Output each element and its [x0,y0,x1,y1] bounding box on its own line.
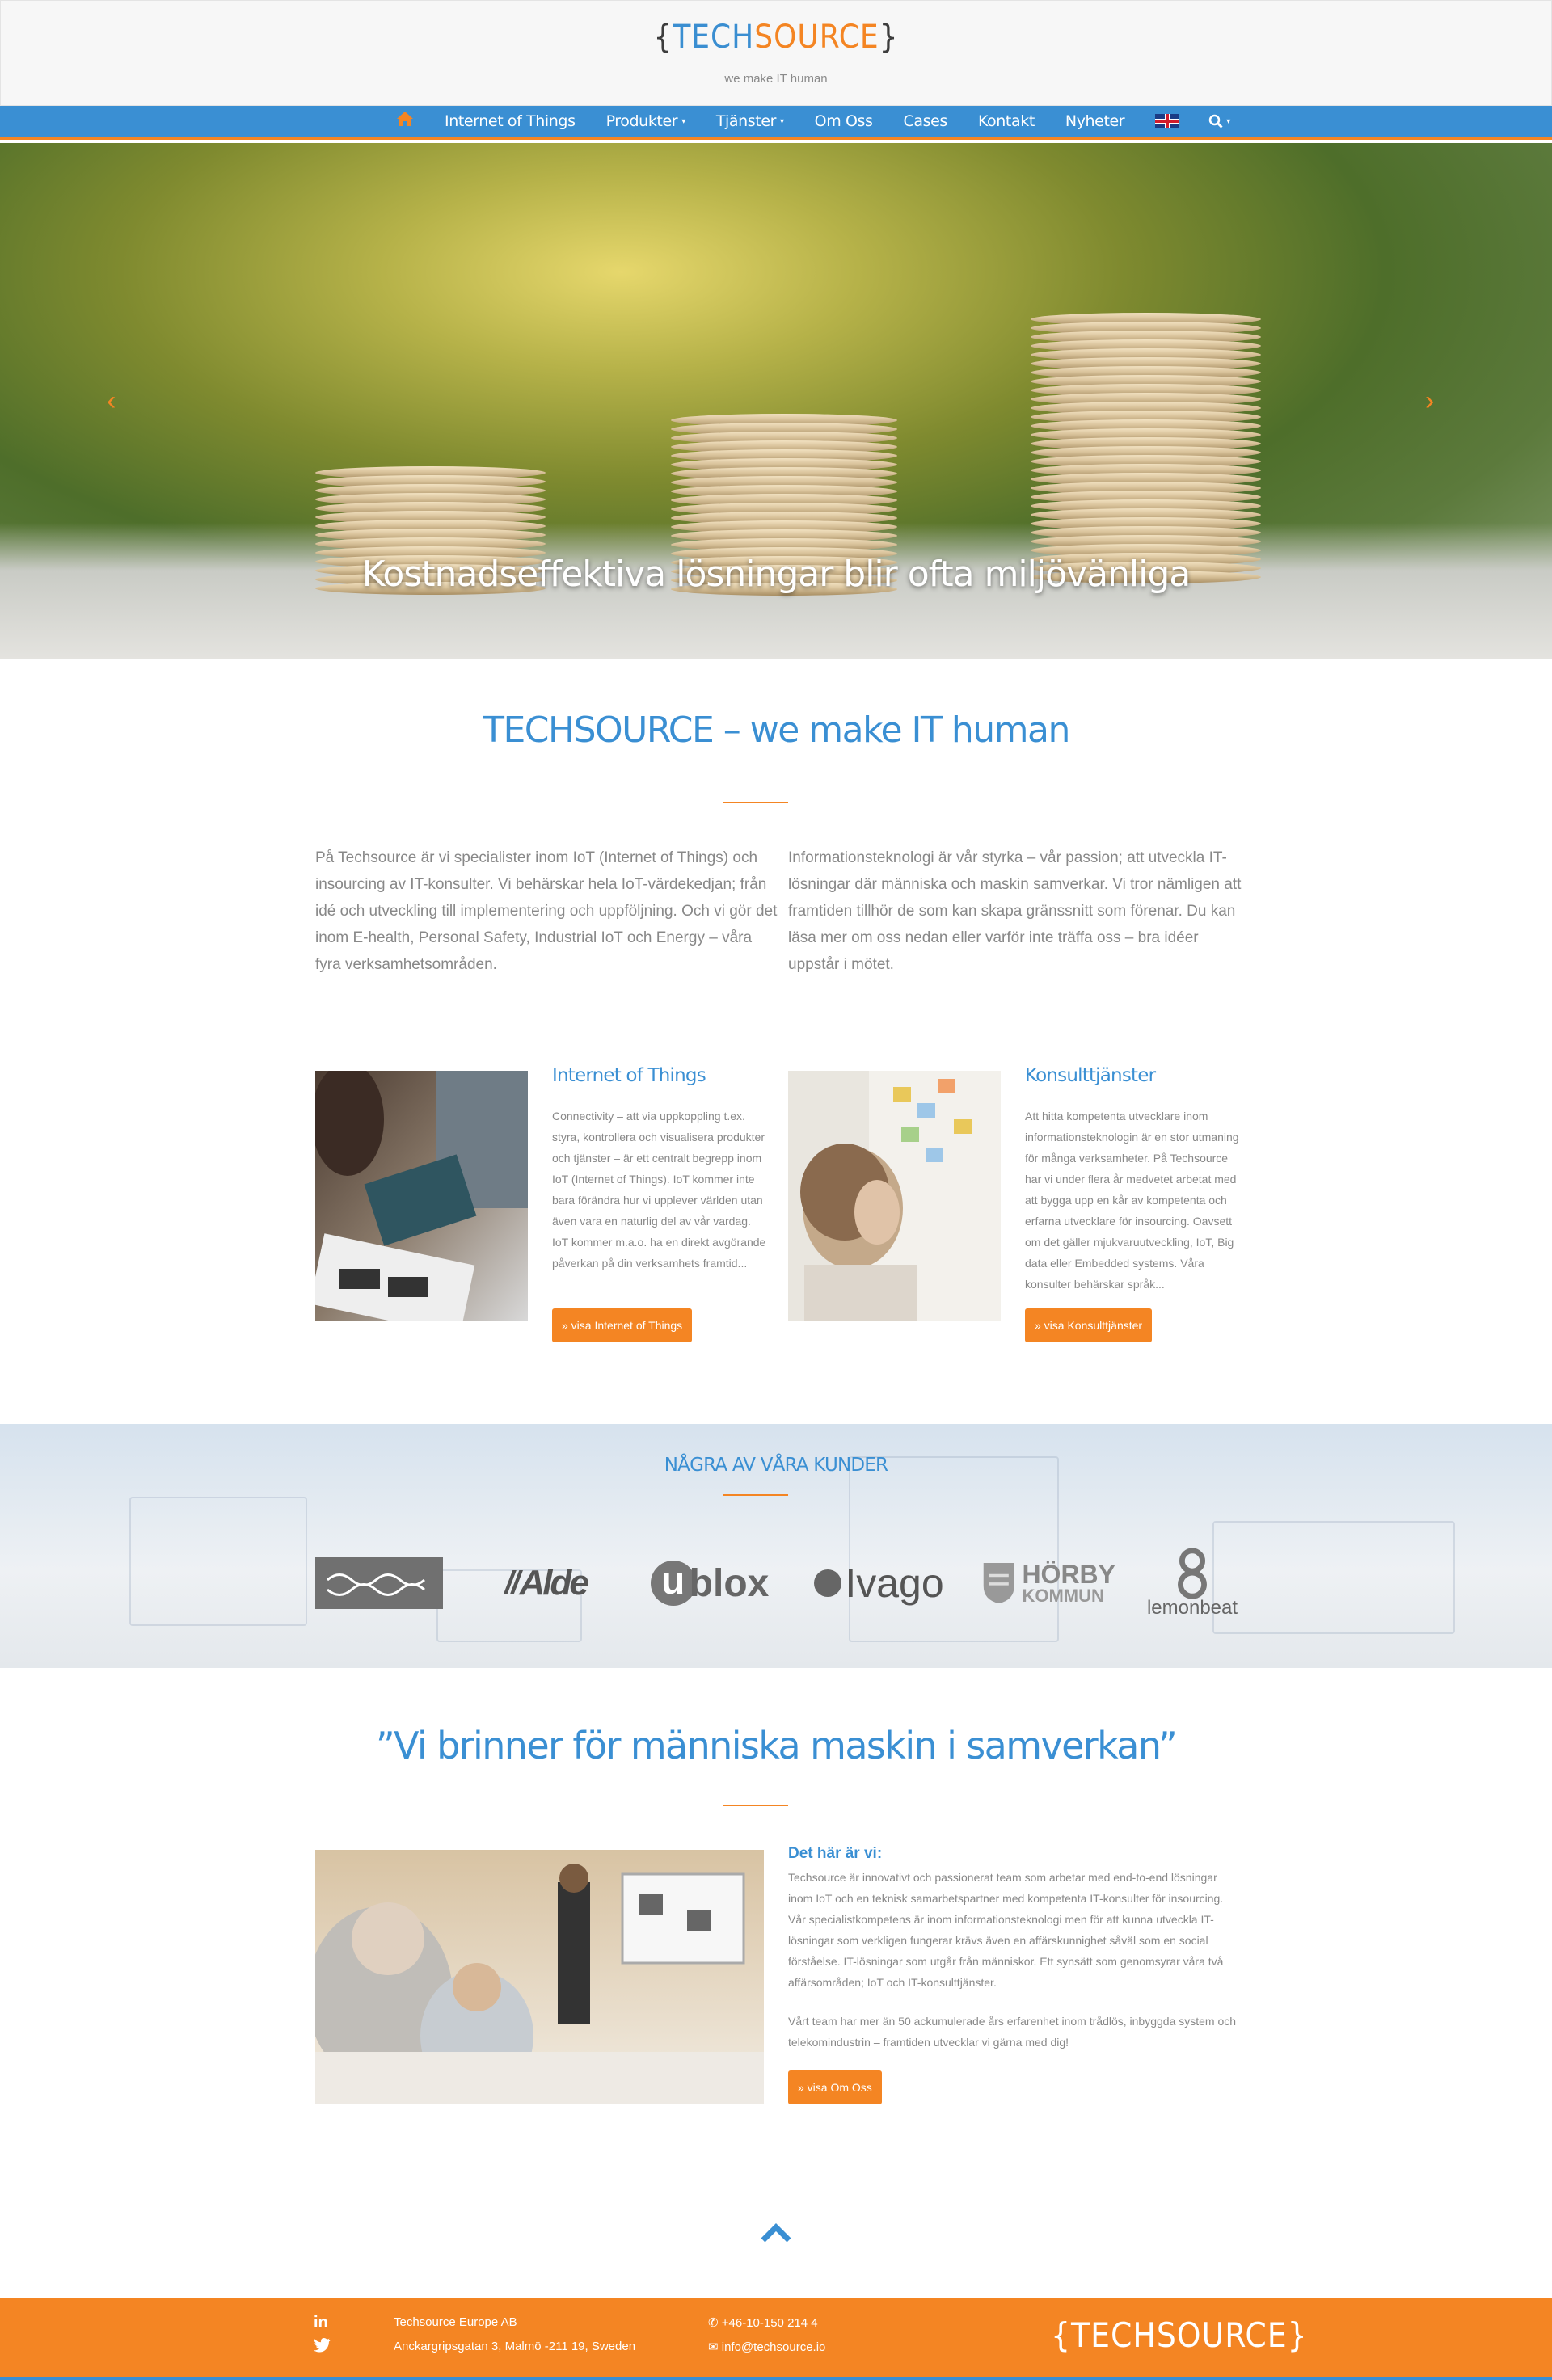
nav-label: Nyheter [1065,112,1125,130]
search-icon [1208,114,1223,128]
ublox-label: blox [689,1561,770,1605]
intro-text-left: På Techsource är vi specialister inom Io… [315,849,778,973]
nav-label: Produkter [605,112,678,130]
client-logo-alfa-laval [315,1547,443,1620]
main-navigation: Internet of Things Produkter ▾ Tjänster ▾ … [0,106,1552,140]
alde-label: Alde [519,1563,588,1603]
nav-item-cases[interactable]: Cases [903,112,948,130]
coin-stack [1031,313,1261,586]
ivago-mark [814,1569,842,1597]
envelope-icon: ✉ [708,2340,722,2354]
site-header: {TECHSOURCE} we make IT human [0,0,1552,106]
clients-section: NÅGRA AV VÅRA KUNDER //Alde u blox Ivago … [0,1424,1552,1668]
logo-brace-open: { [1051,2315,1072,2355]
chevron-right-icon[interactable]: › [1425,385,1434,417]
linkedin-icon[interactable]: in [314,2314,328,2332]
nav-label: Om Oss [814,112,873,130]
caret-down-icon: ▾ [1226,116,1231,126]
nav-item-tjanster[interactable]: Tjänster ▾ [716,112,784,130]
client-logo-lemonbeat: lemonbeat [1136,1547,1249,1620]
card-text-iot: Connectivity – att via uppkoppling t.ex.… [552,1110,766,1270]
section-divider [723,1494,788,1496]
scroll-to-top-icon[interactable] [760,2221,792,2245]
phone-icon: ✆ [708,2316,722,2330]
nav-label: Tjänster [715,112,777,130]
card-title-consulting[interactable]: Konsulttjänster [1025,1065,1156,1086]
section-divider [723,802,788,803]
footer-company: Techsource Europe AB [394,2315,517,2329]
caret-down-icon: ▾ [681,116,685,126]
logo-source: SOURCE [754,19,879,56]
section-divider [723,1805,788,1806]
iot-image [315,1071,528,1321]
footer-phone-row[interactable]: ✆ +46-10-150 214 4 [708,2315,818,2330]
footer-address: Anckargripsgatan 3, Malmö -211 19, Swede… [394,2340,636,2353]
nav-item-internet-of-things[interactable]: Internet of Things [445,112,576,130]
footer-email-row[interactable]: ✉ info@techsource.io [708,2340,825,2354]
client-logo-horby: HÖRBY KOMMUN [982,1547,1116,1620]
about-quote: ”Vi brinner för människa maskin i samver… [375,1724,1178,1767]
client-logo-alde: //Alde [481,1547,610,1620]
nav-label: Internet of Things [445,112,576,130]
nav-label: Kontakt [977,112,1035,130]
horby-label: HÖRBY [1022,1560,1116,1589]
show-consulting-button[interactable]: » visa Konsulttjänster [1025,1308,1153,1342]
nav-item-produkter[interactable]: Produkter ▾ [605,112,686,130]
client-logo-ivago: Ivago [812,1547,946,1620]
hero-slider: ‹ › Kostnadseffektiva lösningar blir oft… [0,143,1552,659]
home-icon[interactable] [396,111,414,132]
lemonbeat-label: lemonbeat [1146,1597,1238,1619]
consultant-image [788,1071,1001,1321]
uk-flag-icon[interactable] [1155,114,1180,128]
logo-source: SOURCE [1156,2315,1288,2355]
hero-caption: Kostnadseffektiva lösningar blir ofta mi… [361,554,1191,595]
alde-slash: // [504,1565,520,1601]
kommun-label: KOMMUN [1022,1586,1104,1606]
team-meeting-image [315,1850,764,2104]
logo-brace-close: } [879,19,899,56]
footer-email: info@techsource.io [721,2340,826,2354]
client-logo-ublox: u blox [645,1547,774,1620]
chevron-left-icon[interactable]: ‹ [107,385,116,417]
intro-text-right: Informationsteknologi är vår styrka – vå… [788,849,1242,973]
intro-title: TECHSOURCE – we make IT human [483,710,1070,751]
site-logo[interactable]: {TECHSOURCE} [1,19,1551,56]
nav-item-nyheter[interactable]: Nyheter [1065,112,1125,130]
ivago-label: Ivago [845,1561,944,1606]
site-footer: in Techsource Europe AB Anckargripsgatan… [0,2298,1552,2380]
card-text-consulting: Att hitta kompetenta utvecklare inom inf… [1025,1110,1239,1291]
logo-tech: TECH [673,19,755,56]
show-about-button[interactable]: » visa Om Oss [788,2070,882,2104]
card-title-iot[interactable]: Internet of Things [552,1065,706,1086]
twitter-icon[interactable] [314,2338,331,2357]
show-iot-button[interactable]: » visa Internet of Things [552,1308,693,1342]
logo-brace-close: } [1287,2315,1308,2355]
caret-down-icon: ▾ [780,116,784,126]
nav-item-om-oss[interactable]: Om Oss [815,112,873,130]
clients-title: NÅGRA AV VÅRA KUNDER [664,1455,888,1476]
about-title: Det här är vi: [788,1845,883,1862]
site-tagline: we make IT human [724,72,828,86]
about-text-1: Techsource är innovativt och passionerat… [788,1871,1224,1989]
about-text-2: Vårt team har mer än 50 ackumulerade års… [788,2015,1237,2049]
nav-label: Cases [903,112,948,130]
logo-brace-open: { [653,19,673,56]
footer-logo[interactable]: {TECHSOURCE} [1051,2315,1308,2355]
logo-tech: TECH [1071,2315,1157,2355]
search-toggle[interactable]: ▾ [1208,114,1230,128]
footer-phone: +46-10-150 214 4 [721,2316,818,2330]
nav-item-kontakt[interactable]: Kontakt [978,112,1035,130]
